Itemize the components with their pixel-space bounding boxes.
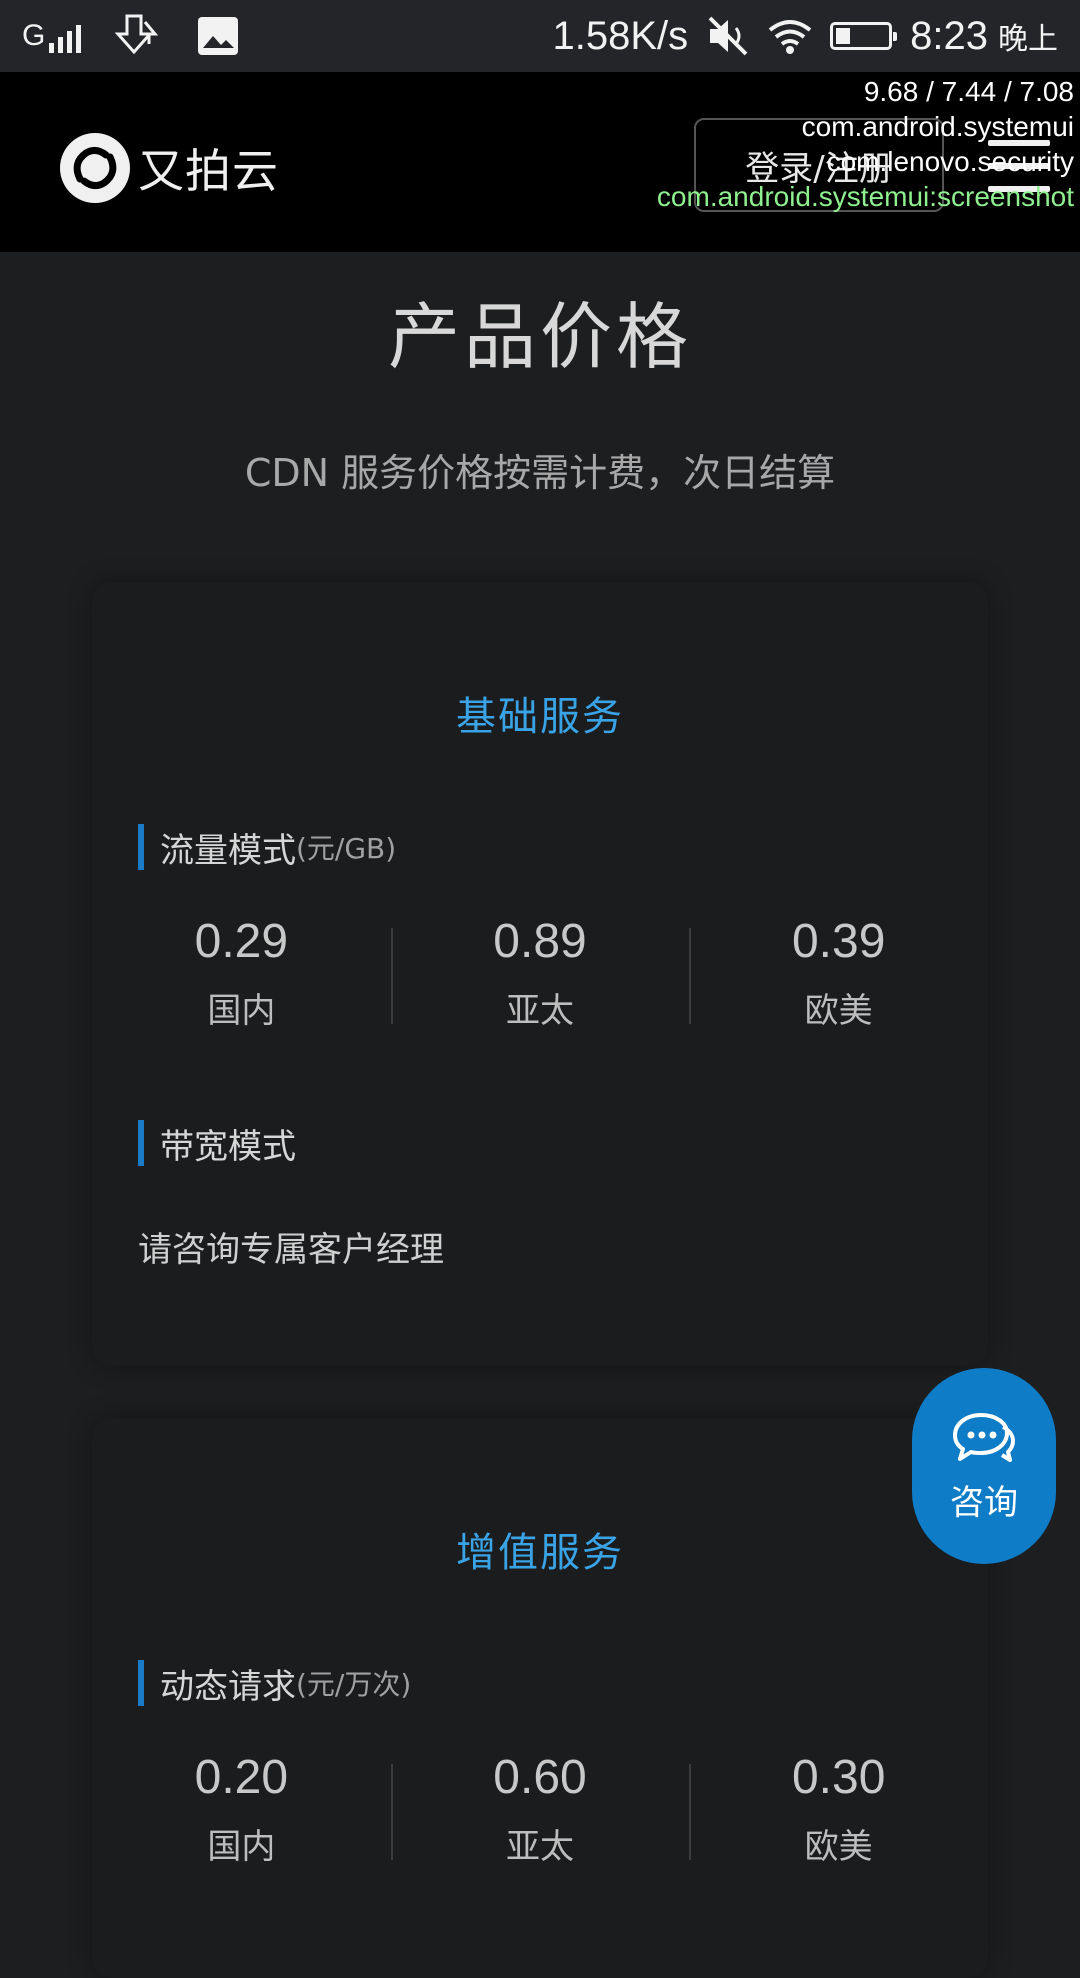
network-speed: 1.58K/s	[552, 13, 689, 58]
price-region: 亚太	[506, 991, 574, 1031]
value-added-service-title: 增值服务	[456, 1530, 624, 1576]
traffic-prices: 0.29 国内 0.89 亚太 0.39 欧美	[92, 914, 988, 1032]
dynamic-request-name: 动态请求	[160, 1666, 296, 1707]
site-header: 又拍云 登录/注册	[0, 72, 1080, 252]
page-subtitle: CDN 服务价格按需计费，次日结算	[244, 451, 836, 495]
status-bar-left: G	[22, 14, 239, 58]
wifi-icon	[768, 20, 812, 54]
price-value: 0.89	[493, 915, 587, 968]
bandwidth-mode-label: 带宽模式	[138, 1120, 296, 1167]
logo-text: 又拍云	[138, 144, 279, 198]
consult-label: 咨询	[950, 1482, 1018, 1523]
price-region: 亚太	[506, 1827, 574, 1867]
price-region: 欧美	[804, 991, 873, 1031]
chat-icon	[953, 1412, 1015, 1462]
mute-icon	[708, 16, 748, 56]
clock-time: 8:23	[910, 13, 988, 58]
price-value: 0.60	[493, 1751, 587, 1804]
price-item: 0.39 欧美	[689, 914, 988, 1032]
price-value: 0.29	[194, 915, 289, 968]
clock-ampm: 晚上	[998, 23, 1058, 56]
price-item: 0.89 亚太	[390, 914, 690, 1032]
image-icon	[198, 17, 239, 55]
logo[interactable]: 又拍云	[60, 132, 279, 204]
traffic-mode-unit: (元/GB)	[296, 832, 397, 865]
dynamic-request-unit: (元/万次)	[296, 1668, 412, 1701]
price-item: 0.29 国内	[92, 914, 391, 1032]
download-icon	[115, 14, 159, 55]
dynamic-prices: 0.20 国内 0.60 亚太 0.30 欧美	[92, 1750, 988, 1868]
signal-label: G	[22, 19, 46, 52]
signal-icon: G	[22, 19, 82, 53]
price-value: 0.20	[194, 1751, 289, 1804]
login-register-button[interactable]: 登录/注册	[694, 118, 944, 212]
page-title: 产品价格	[387, 295, 692, 379]
bandwidth-mode-name: 带宽模式	[160, 1126, 296, 1167]
price-value: 0.39	[791, 915, 886, 968]
price-region: 国内	[207, 991, 276, 1031]
battery-icon	[830, 22, 898, 50]
price-item: 0.30 欧美	[689, 1750, 988, 1868]
traffic-mode-name: 流量模式	[160, 830, 296, 871]
price-region: 国内	[207, 1827, 276, 1867]
consult-button[interactable]: 咨询	[912, 1368, 1056, 1564]
menu-icon[interactable]	[988, 140, 1050, 192]
bandwidth-note: 请咨询专属客户经理	[138, 1230, 444, 1270]
status-bar: G 1.58K/s 8:23 晚上	[0, 0, 1080, 72]
price-value: 0.30	[791, 1751, 886, 1804]
price-item: 0.20 国内	[92, 1750, 391, 1868]
logo-icon	[60, 133, 130, 203]
basic-service-title: 基础服务	[456, 694, 624, 740]
dynamic-request-label: 动态请求 (元/万次)	[138, 1660, 412, 1707]
basic-service-card: 基础服务 流量模式 (元/GB) 0.29 国内 0.89 亚太 0.39 欧美…	[92, 582, 988, 1366]
price-region: 欧美	[804, 1827, 873, 1867]
value-added-service-card: 增值服务 动态请求 (元/万次) 0.20 国内 0.60 亚太 0.30 欧美	[92, 1418, 988, 1978]
status-bar-right: 1.58K/s 8:23 晚上	[552, 10, 1058, 62]
price-item: 0.60 亚太	[390, 1750, 690, 1868]
traffic-mode-label: 流量模式 (元/GB)	[138, 824, 397, 871]
